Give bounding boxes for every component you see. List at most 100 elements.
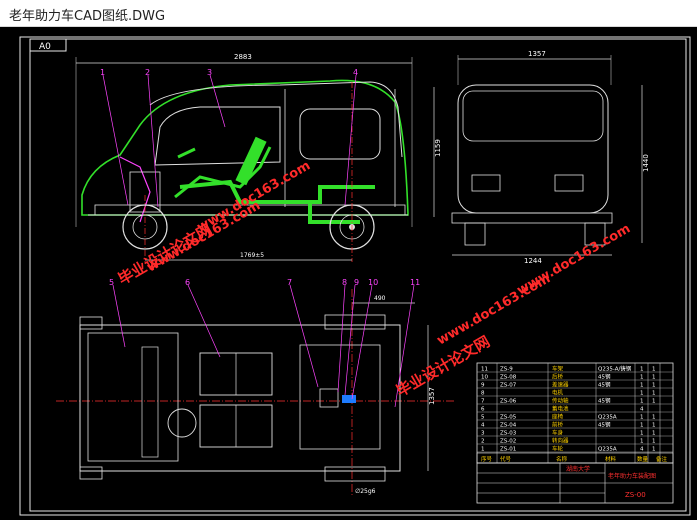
bom-cell-code: ZS-08 <box>500 374 517 380</box>
callout-10: 10 <box>368 278 378 287</box>
bom-cell-no: 6 <box>481 406 485 412</box>
bom-cell-qty: 4 <box>640 446 644 452</box>
dim-plan-width: 1357 <box>428 387 436 405</box>
bom-cell-material: 45钢 <box>598 396 611 404</box>
bom-row: 9 ZS-07 差速器 45钢 1 1 <box>477 380 673 388</box>
bom-cell-name: 传动轴 <box>552 396 569 404</box>
bom-cell-material: Q235-A/铸钢 <box>598 364 632 372</box>
bom-cell-material: 45钢 <box>598 420 611 428</box>
bom-cell-no: 8 <box>481 390 485 396</box>
bom-cell-no: 4 <box>481 422 485 428</box>
title-school: 湖南大学 <box>566 465 590 473</box>
title-drawing-name: 老年助力车装配图 <box>608 472 656 480</box>
dim-front-height: 1440 <box>642 154 650 172</box>
dim-side-length: 2883 <box>234 53 252 61</box>
callout-6: 6 <box>185 278 190 287</box>
bom-table: 11 ZS-9 车架 Q235-A/铸钢 1 110 ZS-08 后桥 45钢 1 19 ZS-07 差… <box>476 362 674 464</box>
bom-cell-code: ZS-9 <box>500 366 513 372</box>
bom-header-mat: 材料 <box>605 455 617 463</box>
bom-header-no: 序号 <box>481 455 493 463</box>
bom-cell-unit: 1 <box>652 390 656 396</box>
callout-11: 11 <box>410 278 420 287</box>
bom-cell-no: 11 <box>481 366 488 372</box>
bom-cell-no: 1 <box>481 446 485 452</box>
bom-cell-unit: 1 <box>652 398 656 404</box>
window-title-bar: 老年助力车CAD图纸.DWG <box>0 0 697 27</box>
bom-cell-code: ZS-03 <box>500 430 517 436</box>
dim-plan-offset: 490 <box>374 295 386 302</box>
bom-cell-code: ZS-02 <box>500 438 516 444</box>
bom-cell-unit: 1 <box>652 414 656 420</box>
bom-row: 1 ZS-01 车轮 Q235A 4 1 <box>477 444 673 452</box>
bom-cell-unit: 1 <box>652 366 656 372</box>
bom-row: 6 蓄电池 4 <box>477 404 673 412</box>
bom-cell-qty: 1 <box>640 374 644 380</box>
bom-cell-qty: 1 <box>640 438 644 444</box>
bom-cell-unit: 1 <box>652 438 656 444</box>
title-drawing-no: ZS-00 <box>625 491 646 499</box>
dim-track: 1244 <box>524 257 542 265</box>
bom-cell-code: ZS-05 <box>500 414 517 420</box>
bom-row: 10 ZS-08 后桥 45钢 1 1 <box>477 372 673 380</box>
bom-header-name: 名称 <box>556 455 568 463</box>
bom-cell-name: 后桥 <box>552 372 564 380</box>
bom-row: 2 ZS-02 转向器 1 1 <box>477 436 673 444</box>
dim-shaft-dia: ∅25g6 <box>355 488 376 495</box>
callout-3: 3 <box>207 68 212 77</box>
callout-9: 9 <box>354 278 359 287</box>
bom-row: 11 ZS-9 车架 Q235-A/铸钢 1 1 <box>477 364 673 372</box>
sheet-size-label: A0 <box>39 42 51 52</box>
bom-cell-unit: 1 <box>652 446 656 452</box>
bom-cell-name: 电机 <box>552 388 564 396</box>
bom-cell-material: Q235A <box>598 446 617 452</box>
dim-front-width: 1357 <box>528 50 546 58</box>
bom-cell-no: 5 <box>481 414 485 420</box>
bom-cell-qty: 4 <box>640 406 644 412</box>
bom-header-code: 代号 <box>500 455 512 463</box>
callout-8: 8 <box>342 278 347 287</box>
bom-cell-no: 3 <box>481 430 485 436</box>
bom-cell-code: ZS-01 <box>500 446 516 452</box>
bom-cell-no: 9 <box>481 382 485 388</box>
bom-cell-unit: 1 <box>652 430 656 436</box>
bom-cell-qty: 1 <box>640 430 644 436</box>
cad-viewport[interactable]: A0 2883 1159 1769±5 1 2 3 4 1357 1440 12… <box>0 27 697 520</box>
bom-row: 8 电机 1 1 <box>477 388 673 396</box>
bom-cell-code: ZS-04 <box>500 422 517 428</box>
bom-cell-no: 2 <box>481 438 485 444</box>
callout-5: 5 <box>109 278 114 287</box>
bom-row: 5 ZS-05 座椅 Q235A 1 1 <box>477 412 673 420</box>
bom-cell-qty: 1 <box>640 414 644 420</box>
callout-2: 2 <box>145 68 150 77</box>
bom-row: 4 ZS-04 前桥 45钢 1 1 <box>477 420 673 428</box>
bom-cell-name: 前桥 <box>552 420 564 428</box>
bom-header-note: 备注 <box>656 455 668 463</box>
bom-cell-code: ZS-06 <box>500 398 517 404</box>
bom-cell-unit: 1 <box>652 374 656 380</box>
bom-cell-qty: 1 <box>640 422 644 428</box>
bom-cell-name: 车身 <box>552 428 564 436</box>
bom-header: 序号 代号 名称 材料 数量 备注 <box>476 452 674 464</box>
bom-cell-name: 蓄电池 <box>552 404 569 412</box>
watermark-url-2: www.doc163.com <box>195 158 314 235</box>
bom-cell-qty: 1 <box>640 398 644 404</box>
bom-cell-no: 7 <box>481 398 485 404</box>
window-title: 老年助力车CAD图纸.DWG <box>9 9 166 24</box>
bom-cell-name: 差速器 <box>552 380 569 388</box>
bom-header-qty: 数量 <box>637 455 649 463</box>
bom-cell-material: 45钢 <box>598 380 611 388</box>
side-view: 2883 1159 1769±5 1 2 3 4 <box>75 53 442 262</box>
callout-1: 1 <box>100 68 105 77</box>
bom-cell-qty: 1 <box>640 382 644 388</box>
bom-cell-no: 10 <box>481 374 488 380</box>
bom-cell-code: ZS-07 <box>500 382 517 388</box>
bom-cell-name: 转向器 <box>552 436 569 444</box>
bom-cell-qty: 1 <box>640 366 644 372</box>
dim-wheelbase: 1769±5 <box>240 252 264 259</box>
bom-cell-unit: 1 <box>652 382 656 388</box>
cad-drawing-canvas[interactable]: A0 2883 1159 1769±5 1 2 3 4 1357 1440 12… <box>0 27 697 520</box>
bom-row: 7 ZS-06 传动轴 45钢 1 1 <box>477 396 673 404</box>
title-block: 湖南大学 老年助力车装配图 ZS-00 <box>476 462 674 504</box>
bom-cell-qty: 1 <box>640 390 644 396</box>
bom-cell-material: 45钢 <box>598 372 611 380</box>
